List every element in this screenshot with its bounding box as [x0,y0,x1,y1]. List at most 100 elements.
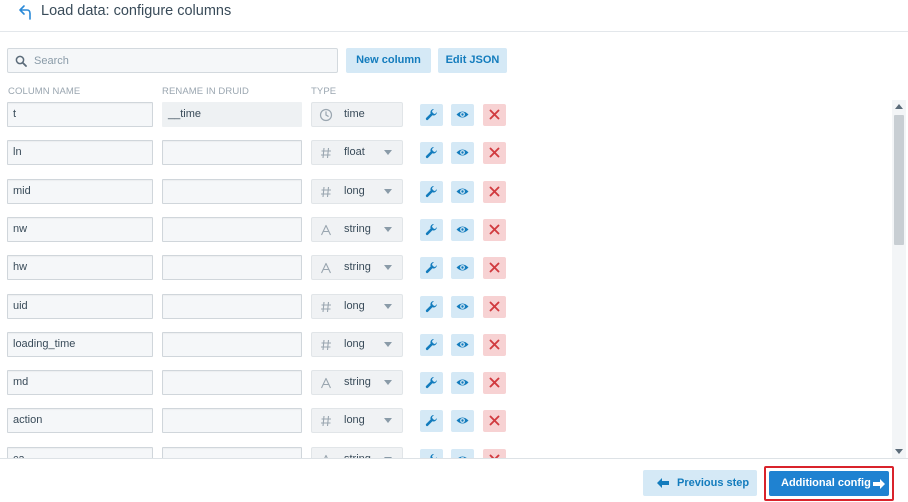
rename-input[interactable] [162,332,302,357]
page-header: Load data: configure columns [0,0,908,32]
type-header: TYPE [311,86,337,97]
hash-icon [319,300,333,314]
type-select[interactable]: long [311,179,403,204]
type-value: long [344,185,365,197]
toggle-visibility-button[interactable] [451,257,474,279]
toggle-visibility-button[interactable] [451,219,474,241]
configure-column-button[interactable] [420,104,443,126]
rename-input[interactable] [162,217,302,242]
chevron-down-icon [384,150,392,155]
toggle-visibility-button[interactable] [451,372,474,394]
configure-column-button[interactable] [420,410,443,432]
next-button-highlight: Additional config [764,466,894,501]
remove-column-button[interactable] [483,219,506,241]
column-name-input[interactable]: hw [7,255,153,280]
configure-column-button[interactable] [420,257,443,279]
undo-arrow-icon[interactable] [16,4,34,22]
column-name-input[interactable]: uid [7,294,153,319]
configure-column-button[interactable] [420,296,443,318]
configure-column-button[interactable] [420,372,443,394]
type-select[interactable]: string [311,255,403,280]
table-row: t __time time [0,102,520,128]
remove-column-button[interactable] [483,296,506,318]
configure-column-button[interactable] [420,334,443,356]
additional-config-label: Additional config [781,477,871,489]
rename-input[interactable] [162,447,302,458]
table-row: ln float [0,140,520,166]
type-select[interactable]: string [311,447,403,458]
edit-json-button[interactable]: Edit JSON [438,48,507,73]
configure-column-button[interactable] [420,142,443,164]
clock-icon [319,108,333,122]
column-name-header: COLUMN NAME [8,86,81,97]
rename-input[interactable] [162,408,302,433]
scroll-thumb[interactable] [894,115,904,245]
toggle-visibility-button[interactable] [451,410,474,432]
column-name-input[interactable]: t [7,102,153,127]
string-icon [319,261,333,275]
column-name-input[interactable]: nw [7,217,153,242]
rename-input[interactable] [162,255,302,280]
chevron-down-icon [384,418,392,423]
configure-column-button[interactable] [420,181,443,203]
toggle-visibility-button[interactable] [451,334,474,356]
hash-icon [319,146,333,160]
type-value: time [344,108,365,120]
hash-icon [319,414,333,428]
type-value: string [344,448,371,458]
type-select[interactable]: string [311,217,403,242]
search-input[interactable] [34,49,334,72]
type-select[interactable]: float [311,140,403,165]
table-row: action long [0,408,520,434]
rename-input[interactable] [162,294,302,319]
remove-column-button[interactable] [483,181,506,203]
column-name-input[interactable]: ca [7,447,153,458]
toggle-visibility-button[interactable] [451,296,474,318]
additional-config-button[interactable]: Additional config [769,471,889,496]
remove-column-button[interactable] [483,410,506,432]
column-name-input[interactable]: md [7,370,153,395]
type-value: long [344,414,365,426]
columns-list[interactable]: t __time time ln float mid long nw string hw strin… [0,100,908,458]
page-title: Load data: configure columns [41,3,232,19]
search-box[interactable] [7,48,338,73]
remove-column-button[interactable] [483,449,506,458]
table-row: nw string [0,217,520,243]
remove-column-button[interactable] [483,372,506,394]
vertical-scrollbar[interactable] [892,100,906,458]
type-select[interactable]: long [311,408,403,433]
configure-column-button[interactable] [420,449,443,458]
remove-column-button[interactable] [483,104,506,126]
rename-input[interactable] [162,140,302,165]
column-name-input[interactable]: mid [7,179,153,204]
rename-input: __time [162,102,302,127]
remove-column-button[interactable] [483,334,506,356]
remove-column-button[interactable] [483,142,506,164]
new-column-button[interactable]: New column [346,48,431,73]
table-row: loading_time long [0,332,520,358]
table-row: md string [0,370,520,396]
rename-input[interactable] [162,370,302,395]
toggle-visibility-button[interactable] [451,181,474,203]
type-value: string [344,223,371,235]
rename-input[interactable] [162,179,302,204]
previous-step-label: Previous step [677,477,750,489]
scroll-up-icon[interactable] [895,104,903,109]
column-name-input[interactable]: action [7,408,153,433]
scroll-down-icon[interactable] [895,449,903,454]
column-name-input[interactable]: loading_time [7,332,153,357]
type-select[interactable]: long [311,332,403,357]
type-value: long [344,338,365,350]
toggle-visibility-button[interactable] [451,142,474,164]
type-select[interactable]: long [311,294,403,319]
type-select[interactable]: string [311,370,403,395]
toggle-visibility-button[interactable] [451,449,474,458]
column-name-input[interactable]: ln [7,140,153,165]
previous-step-button[interactable]: Previous step [643,470,757,496]
table-row: hw string [0,255,520,281]
search-icon [15,55,27,67]
toggle-visibility-button[interactable] [451,104,474,126]
configure-column-button[interactable] [420,219,443,241]
type-select: time [311,102,403,127]
remove-column-button[interactable] [483,257,506,279]
